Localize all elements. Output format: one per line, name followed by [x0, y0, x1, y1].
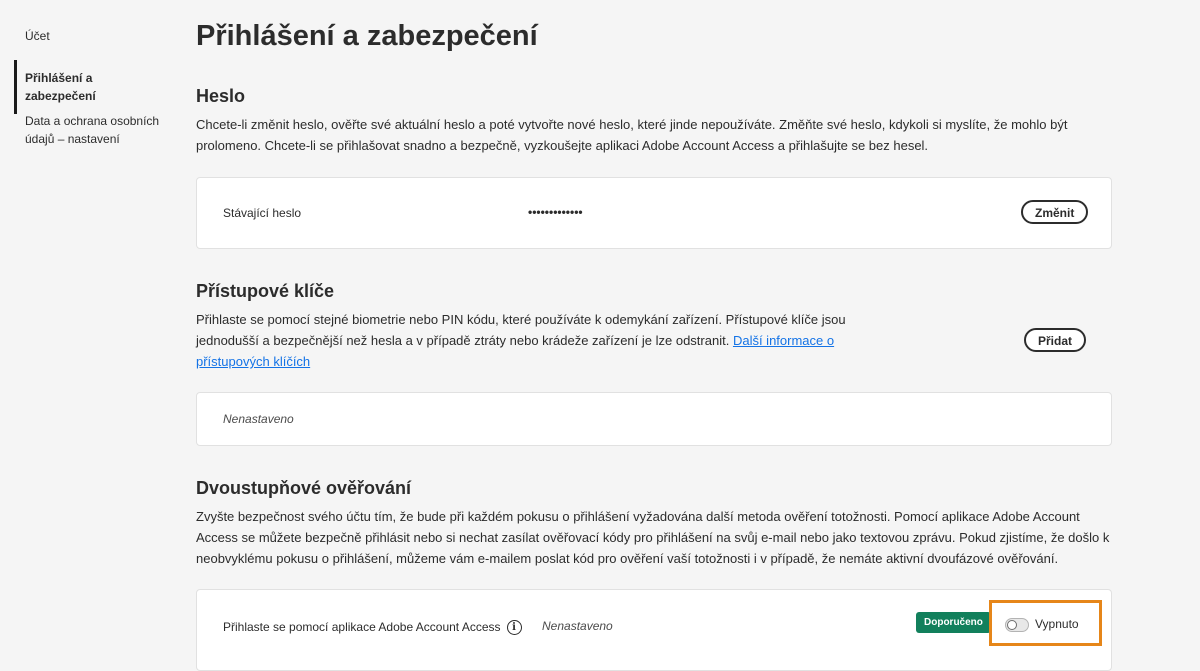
password-section-title: Heslo [196, 86, 246, 106]
masked-password: ••••••••••••• [528, 205, 583, 219]
two-step-section-title: Dvoustupňové ověřování [196, 478, 412, 498]
add-passkey-button[interactable]: Přidat [1024, 328, 1087, 352]
passkeys-card: Nenastaveno [196, 392, 1112, 446]
adobe-access-label: Přihlaste se pomocí aplikace Adobe Accou… [223, 620, 501, 634]
change-password-button[interactable]: Změnit [1021, 200, 1089, 224]
page-title: Přihlášení a zabezpečení [196, 20, 538, 52]
password-description: Chcete-li změnit heslo, ověřte své aktuá… [196, 117, 1068, 153]
passkeys-status: Nenastaveno [223, 412, 294, 426]
sidebar-item-privacy[interactable]: Data a ochrana osobních údajů – nastaven… [14, 112, 165, 148]
adobe-access-row: Přihlaste se pomocí aplikace Adobe Accou… [223, 620, 522, 636]
recommended-badge: Doporučeno [916, 612, 991, 633]
two-step-status: Nenastaveno [542, 619, 613, 633]
passkeys-section-title: Přístupové klíče [196, 281, 335, 301]
two-step-description: Zvyšte bezpečnost svého účtu tím, že bud… [196, 509, 1110, 566]
two-step-card: Přihlaste se pomocí aplikace Adobe Accou… [196, 589, 1112, 671]
sidebar-item-account[interactable]: Účet [14, 27, 165, 45]
toggle-highlight: Vypnuto [989, 600, 1102, 646]
passkeys-description: Přihlaste se pomocí stejné biometrie neb… [196, 309, 868, 372]
current-password-label: Stávající heslo [223, 206, 302, 220]
sidebar-item-security[interactable]: Přihlášení a zabezpečení [14, 60, 165, 114]
toggle-label: Vypnuto [1035, 617, 1079, 631]
password-card: Stávající heslo ••••••••••••• Změnit [196, 177, 1112, 249]
info-icon[interactable]: i [506, 620, 522, 636]
adobe-access-toggle[interactable] [1005, 618, 1029, 632]
toggle-knob [1007, 620, 1017, 630]
